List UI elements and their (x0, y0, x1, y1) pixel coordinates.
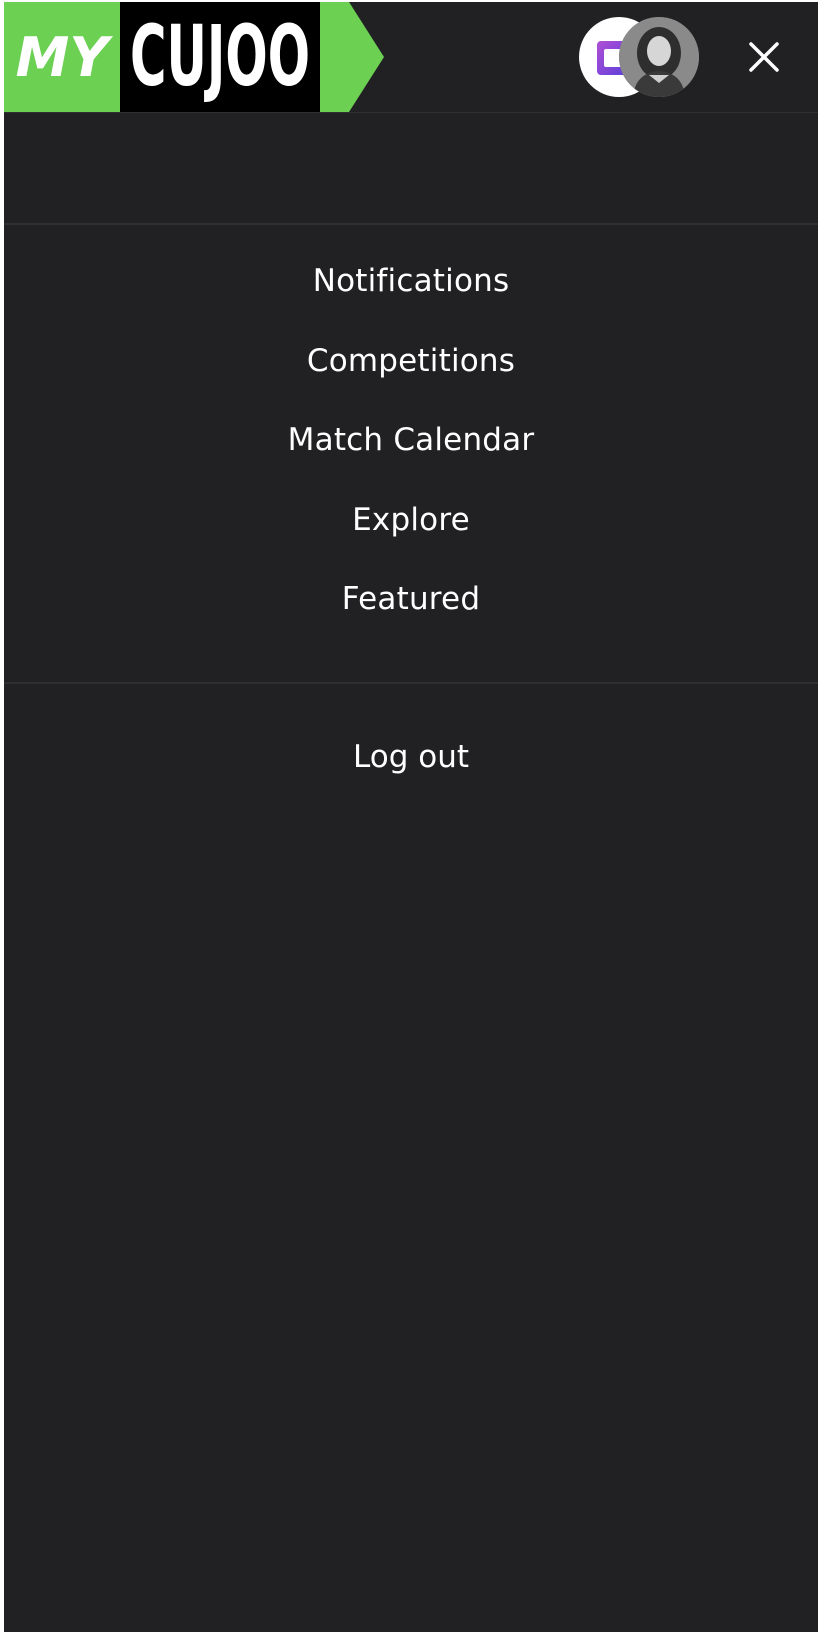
menu-item-explore[interactable]: Explore (4, 481, 818, 561)
logo-my-text: MY (16, 26, 114, 89)
mycujoo-logo[interactable]: MY CUJOO (4, 2, 384, 112)
menu-item-match-calendar[interactable]: Match Calendar (4, 401, 818, 481)
top-bar: MY CUJOO (4, 2, 818, 113)
menu-item-featured[interactable]: Featured (4, 560, 818, 640)
close-icon (749, 42, 779, 72)
account-avatars[interactable] (579, 17, 704, 97)
logo-brand-text: CUJOO (130, 7, 310, 105)
close-menu-button[interactable] (739, 32, 789, 82)
app-menu-screen: MY CUJOO Notifications Competitions Matc… (4, 2, 818, 1632)
user-photo (619, 17, 699, 97)
menu-divider (4, 682, 818, 684)
logout-button[interactable]: Log out (4, 717, 818, 797)
user-avatar[interactable] (619, 17, 699, 97)
menu-top-band (4, 113, 818, 225)
menu-item-notifications[interactable]: Notifications (4, 242, 818, 322)
menu-item-competitions[interactable]: Competitions (4, 322, 818, 402)
main-menu: Notifications Competitions Match Calenda… (4, 242, 818, 640)
